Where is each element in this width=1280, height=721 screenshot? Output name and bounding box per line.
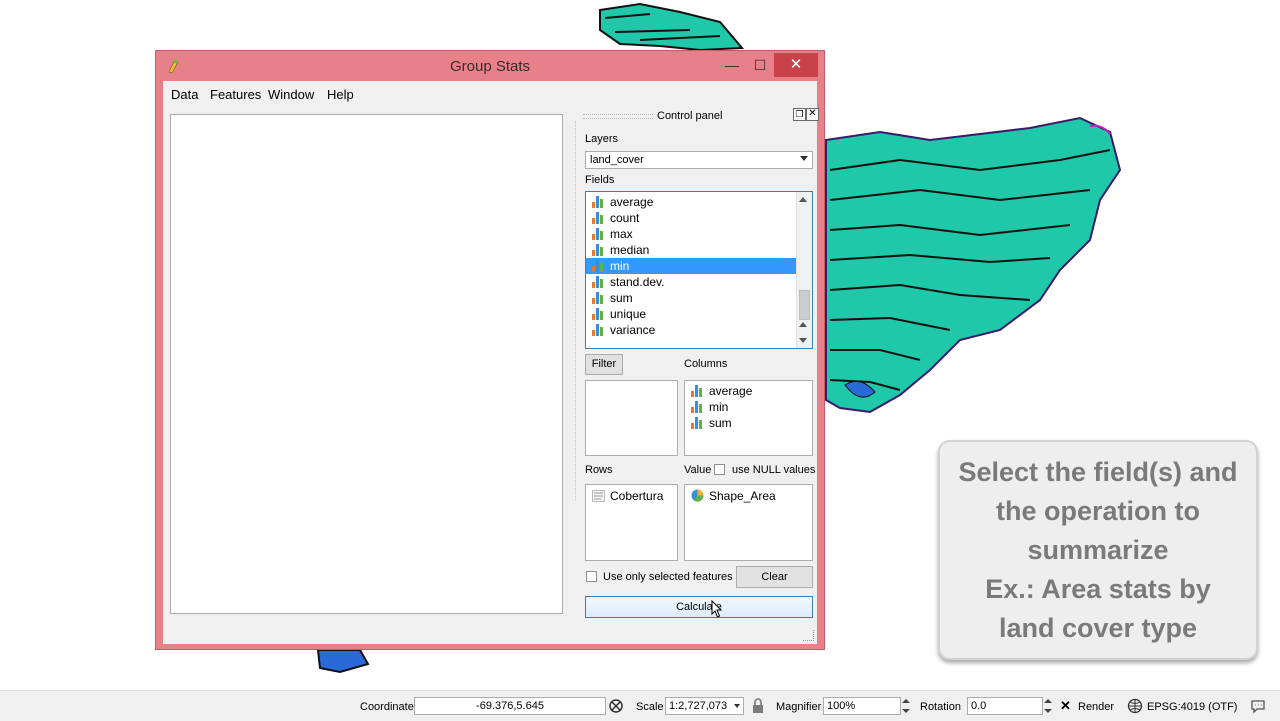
- scale-label: Scale: [636, 701, 664, 713]
- window-titlebar[interactable]: Group Stats — ☐ ✕: [156, 51, 824, 81]
- menu-features[interactable]: Features: [210, 87, 261, 102]
- scroll-up-icon[interactable]: [799, 322, 807, 327]
- use-null-checkbox[interactable]: [714, 464, 725, 475]
- coordinate-field[interactable]: -69.376,5.645: [414, 697, 606, 715]
- bar-chart-icon: [592, 308, 605, 320]
- rows-label: Rows: [585, 464, 613, 476]
- resize-grip[interactable]: [803, 630, 814, 641]
- rows-drop-area[interactable]: Cobertura: [585, 484, 678, 561]
- bar-chart-icon: [691, 401, 704, 413]
- crs-globe-icon[interactable]: [1127, 698, 1143, 714]
- rotation-spinner[interactable]: [1043, 697, 1053, 715]
- coordinate-label: Coordinate: [360, 701, 414, 713]
- list-item-max[interactable]: max: [586, 226, 798, 242]
- dock-grip[interactable]: [583, 114, 653, 119]
- mouse-cursor-icon: [711, 600, 723, 618]
- use-null-label: use NULL values: [732, 464, 816, 476]
- list-item-sum[interactable]: sum: [586, 290, 798, 306]
- list-item-unique[interactable]: unique: [586, 306, 798, 322]
- messages-icon[interactable]: [1250, 698, 1266, 714]
- minimize-button[interactable]: —: [718, 53, 746, 77]
- rotation-field[interactable]: 0.0: [967, 697, 1043, 715]
- value-drop-area[interactable]: Shape_Area: [684, 484, 813, 561]
- list-item-average[interactable]: average: [586, 194, 798, 210]
- magnifier-label: Magnifier: [776, 701, 822, 713]
- bar-chart-icon: [691, 385, 704, 397]
- close-button[interactable]: ✕: [774, 53, 818, 77]
- filter-drop-area[interactable]: [585, 380, 678, 456]
- control-panel-title: Control panel: [657, 110, 723, 122]
- results-table-area[interactable]: [170, 114, 563, 614]
- calculate-button[interactable]: Calculate: [585, 596, 813, 618]
- filter-button[interactable]: Filter: [585, 354, 623, 375]
- fields-label: Fields: [585, 174, 615, 186]
- bar-chart-icon: [592, 276, 605, 288]
- list-item-column-min[interactable]: min: [685, 399, 812, 415]
- columns-label: Columns: [684, 358, 728, 370]
- scroll-up-icon[interactable]: [799, 197, 807, 202]
- layers-combobox[interactable]: land_cover: [585, 151, 813, 169]
- dock-float-icon[interactable]: ❐: [793, 108, 806, 121]
- render-x-icon[interactable]: ✕: [1060, 698, 1071, 714]
- lock-icon[interactable]: [750, 698, 766, 714]
- chevron-down-icon: [800, 156, 808, 161]
- status-bar: Coordinate -69.376,5.645 Scale 1:2,727,0…: [0, 690, 1280, 721]
- bar-chart-icon: [592, 212, 605, 224]
- use-selected-checkbox[interactable]: [586, 571, 597, 582]
- text-field-icon: [592, 490, 605, 502]
- dock-close-icon[interactable]: ✕: [806, 108, 819, 121]
- callout-text: Select the field(s) and the operation to…: [958, 456, 1238, 643]
- bar-chart-icon: [592, 324, 605, 336]
- chevron-down-icon: [734, 704, 740, 708]
- menu-data[interactable]: Data: [171, 87, 198, 102]
- mouse-coordinate-toggle-icon[interactable]: [608, 698, 624, 714]
- clear-button[interactable]: Clear: [736, 566, 813, 588]
- list-item-row-cobertura[interactable]: Cobertura: [586, 488, 677, 504]
- scroll-thumb[interactable]: [799, 290, 810, 320]
- menu-bar: Data Features Window Help: [163, 81, 817, 107]
- scroll-down-icon[interactable]: [799, 338, 807, 343]
- bar-chart-icon: [592, 292, 605, 304]
- use-selected-label: Use only selected features: [603, 571, 733, 583]
- list-item-variance[interactable]: variance: [586, 322, 798, 338]
- crs-label[interactable]: EPSG:4019 (OTF): [1147, 701, 1237, 713]
- list-item-column-sum[interactable]: sum: [685, 415, 812, 431]
- magnifier-spinner[interactable]: [901, 697, 911, 715]
- dock-splitter[interactable]: [575, 121, 578, 501]
- map-polygon-main: [825, 116, 1122, 414]
- columns-drop-area[interactable]: average min sum: [684, 380, 813, 456]
- list-item-median[interactable]: median: [586, 242, 798, 258]
- list-item-stand-dev[interactable]: stand.dev.: [586, 274, 798, 290]
- fields-scrollbar[interactable]: [796, 192, 812, 348]
- maximize-button[interactable]: ☐: [746, 53, 774, 77]
- map-polygon-south: [316, 649, 370, 674]
- list-item-count[interactable]: count: [586, 210, 798, 226]
- group-stats-window: Group Stats — ☐ ✕ Data Features Window H…: [155, 50, 825, 650]
- bar-chart-icon: [592, 260, 605, 272]
- window-client-area: Data Features Window Help Control panel …: [163, 81, 819, 644]
- value-label: Value: [684, 464, 712, 476]
- layers-label: Layers: [585, 133, 619, 145]
- layers-combobox-value: land_cover: [590, 154, 644, 166]
- menu-window[interactable]: Window: [268, 87, 314, 102]
- rotation-label: Rotation: [920, 701, 961, 713]
- list-item-column-average[interactable]: average: [685, 383, 812, 399]
- scale-combobox[interactable]: 1:2,727,073: [665, 697, 744, 715]
- list-item-value-shape-area[interactable]: Shape_Area: [685, 488, 812, 504]
- bar-chart-icon: [592, 228, 605, 240]
- tutorial-callout: Select the field(s) and the operation to…: [938, 440, 1258, 660]
- map-polygon-north: [599, 2, 745, 52]
- magnifier-field[interactable]: 100%: [823, 697, 901, 715]
- bar-chart-icon: [691, 417, 704, 429]
- list-item-min[interactable]: min: [586, 258, 798, 274]
- menu-help[interactable]: Help: [327, 87, 354, 102]
- scale-value: 1:2,727,073: [669, 700, 728, 712]
- bar-chart-icon: [592, 244, 605, 256]
- fields-list[interactable]: average count max median min stand.dev.: [585, 191, 813, 349]
- render-label: Render: [1078, 701, 1115, 713]
- numeric-field-icon: [691, 489, 704, 502]
- bar-chart-icon: [592, 196, 605, 208]
